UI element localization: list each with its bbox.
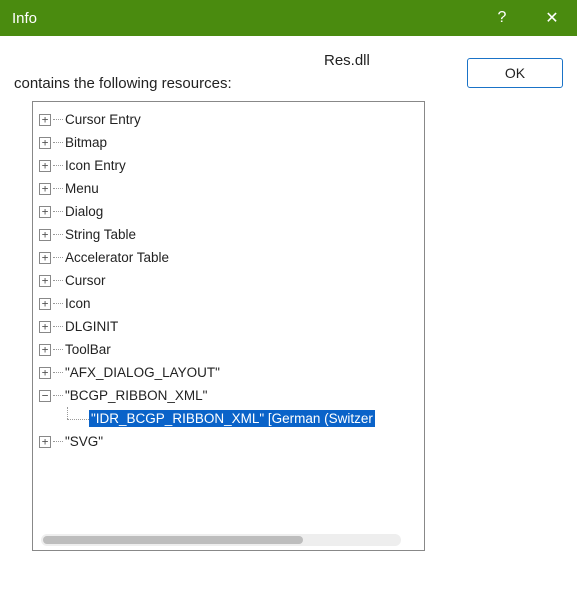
tree-node[interactable]: + Accelerator Table	[39, 246, 422, 269]
tree-node-label: "AFX_DIALOG_LAYOUT"	[65, 365, 220, 380]
tree-leaf[interactable]: "IDR_BCGP_RIBBON_XML" [German (Switzer	[39, 407, 422, 430]
expand-icon[interactable]: +	[39, 321, 51, 333]
filename-text: Res.dll	[324, 52, 370, 69]
tree-node-label: "SVG"	[65, 434, 103, 449]
tree-node-label: DLGINIT	[65, 319, 118, 334]
scrollbar-thumb[interactable]	[43, 536, 303, 544]
tree-node[interactable]: + Icon Entry	[39, 154, 422, 177]
tree-node[interactable]: + Cursor Entry	[39, 108, 422, 131]
tree-node[interactable]: + Cursor	[39, 269, 422, 292]
tree-node[interactable]: + DLGINIT	[39, 315, 422, 338]
expand-icon[interactable]: +	[39, 436, 51, 448]
expand-icon[interactable]: +	[39, 344, 51, 356]
caption-text: contains the following resources:	[14, 75, 232, 92]
tree-node[interactable]: + "AFX_DIALOG_LAYOUT"	[39, 361, 422, 384]
expand-icon[interactable]: +	[39, 367, 51, 379]
window-title: Info	[12, 10, 477, 27]
expand-icon[interactable]: +	[39, 298, 51, 310]
tree-node-label: "BCGP_RIBBON_XML"	[65, 388, 207, 403]
titlebar: Info ? ✕	[0, 0, 577, 36]
collapse-icon[interactable]: −	[39, 390, 51, 402]
tree-node[interactable]: + "SVG"	[39, 430, 422, 453]
tree-node-label: Accelerator Table	[65, 250, 169, 265]
expand-icon[interactable]: +	[39, 275, 51, 287]
tree-node[interactable]: + Dialog	[39, 200, 422, 223]
dialog-content: Res.dll contains the following resources…	[0, 36, 577, 551]
resource-tree[interactable]: + Cursor Entry + Bitmap + Icon Entry + Menu + Dia…	[32, 101, 425, 551]
expand-icon[interactable]: +	[39, 137, 51, 149]
expand-icon[interactable]: +	[39, 183, 51, 195]
tree-node[interactable]: + Icon	[39, 292, 422, 315]
tree-node[interactable]: + ToolBar	[39, 338, 422, 361]
expand-icon[interactable]: +	[39, 114, 51, 126]
tree-leaf-label: "IDR_BCGP_RIBBON_XML" [German (Switzer	[89, 410, 375, 427]
tree-node-label: Bitmap	[65, 135, 107, 150]
description-text: Res.dll contains the following resources…	[14, 50, 453, 95]
tree-node-label: Icon	[65, 296, 91, 311]
tree-node[interactable]: − "BCGP_RIBBON_XML"	[39, 384, 422, 407]
tree-node-label: Cursor Entry	[65, 112, 141, 127]
expand-icon[interactable]: +	[39, 229, 51, 241]
close-button[interactable]: ✕	[527, 0, 577, 36]
tree-node[interactable]: + Bitmap	[39, 131, 422, 154]
tree-node-label: Menu	[65, 181, 99, 196]
tree-node-label: Icon Entry	[65, 158, 126, 173]
help-button[interactable]: ?	[477, 0, 527, 36]
tree-node[interactable]: + String Table	[39, 223, 422, 246]
tree-node-label: ToolBar	[65, 342, 111, 357]
horizontal-scrollbar[interactable]	[41, 534, 401, 546]
tree-node-label: Cursor	[65, 273, 106, 288]
ok-button[interactable]: OK	[467, 58, 563, 88]
tree-node[interactable]: + Menu	[39, 177, 422, 200]
tree-node-label: String Table	[65, 227, 136, 242]
tree-node-label: Dialog	[65, 204, 103, 219]
expand-icon[interactable]: +	[39, 160, 51, 172]
expand-icon[interactable]: +	[39, 206, 51, 218]
expand-icon[interactable]: +	[39, 252, 51, 264]
